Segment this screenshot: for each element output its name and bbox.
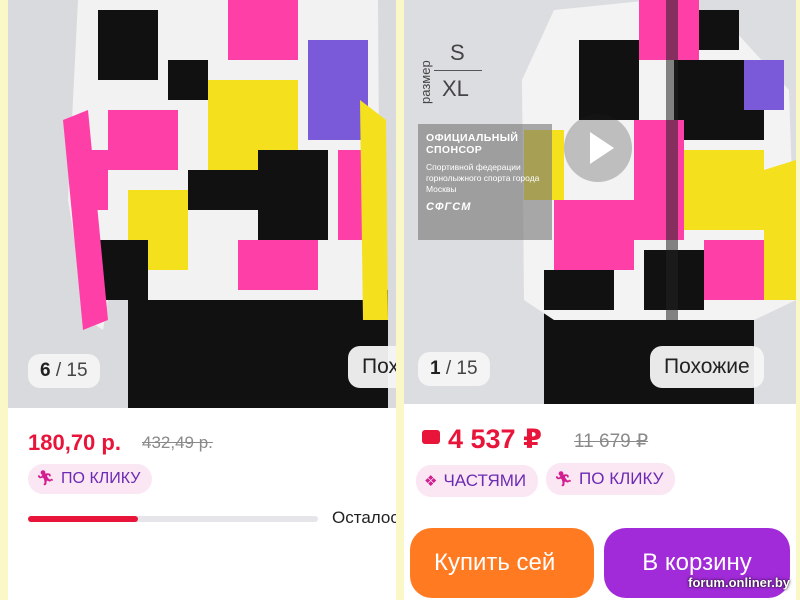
photo-counter: 1 / 15 [418, 352, 490, 386]
price: 180,70 р. [28, 430, 121, 455]
size-caption: размер [418, 60, 433, 104]
click-badge-label: ПО КЛИКУ [61, 470, 141, 487]
parts-icon: ❖ [424, 473, 438, 490]
product-card-right: размер S XL ОФИЦИАЛЬНЫЙ СПОНСОР Спортивн… [404, 0, 796, 600]
running-person-icon: 🏃︎ [554, 471, 574, 488]
sponsor-text: Спортивной федерации горнолыжного спорта… [426, 162, 540, 194]
product-photo-right[interactable]: размер S XL ОФИЦИАЛЬНЫЙ СПОНСОР Спортивн… [404, 0, 796, 404]
product-card-left: 6 / 15 Пох 180,70 р. 432,49 р. 🏃︎ ПО КЛИК… [8, 0, 396, 600]
buy-now-button[interactable]: Купить сей [410, 528, 594, 598]
running-person-icon: 🏃︎ [36, 470, 56, 487]
old-price: 11 679 ₽ [574, 431, 649, 452]
size-divider [434, 70, 482, 71]
add-to-cart-label: В корзину [642, 549, 752, 576]
click-badge[interactable]: 🏃︎ ПО КЛИКУ [546, 463, 676, 495]
photo-counter: 6 / 15 [28, 354, 100, 388]
click-badge[interactable]: 🏃︎ ПО КЛИКУ [28, 464, 153, 494]
wallet-icon [422, 430, 440, 444]
similar-button[interactable]: Похожие [650, 346, 764, 388]
stock-progress-fill [28, 516, 139, 522]
product-photo-left[interactable]: 6 / 15 Пох [8, 0, 396, 408]
sponsor-banner: ОФИЦИАЛЬНЫЙ СПОНСОР Спортивной федерации… [418, 124, 552, 240]
similar-label: Пох [362, 355, 396, 378]
play-video-button[interactable] [564, 114, 632, 182]
jacket-image-left [8, 0, 396, 408]
size-small: S [450, 40, 465, 65]
installments-label: ЧАСТЯМИ [443, 471, 527, 490]
sponsor-logo: СФГСМ [426, 201, 472, 213]
sponsor-title: ОФИЦИАЛЬНЫЙ СПОНСОР [426, 132, 519, 156]
play-icon [590, 132, 614, 164]
price: 4 537 ₽ [448, 424, 542, 454]
click-badge-label: ПО КЛИКУ [579, 469, 664, 488]
remaining-text: Осталос [332, 508, 396, 527]
installments-badge[interactable]: ❖ ЧАСТЯМИ [416, 465, 539, 497]
similar-button[interactable]: Пох [348, 346, 396, 388]
watermark: forum.onliner.by [688, 575, 790, 590]
stock-progress-bar [28, 516, 318, 522]
similar-label: Похожие [664, 355, 750, 378]
old-price: 432,49 р. [142, 433, 213, 452]
buy-now-label: Купить сей [434, 549, 556, 576]
size-large: XL [442, 76, 469, 101]
